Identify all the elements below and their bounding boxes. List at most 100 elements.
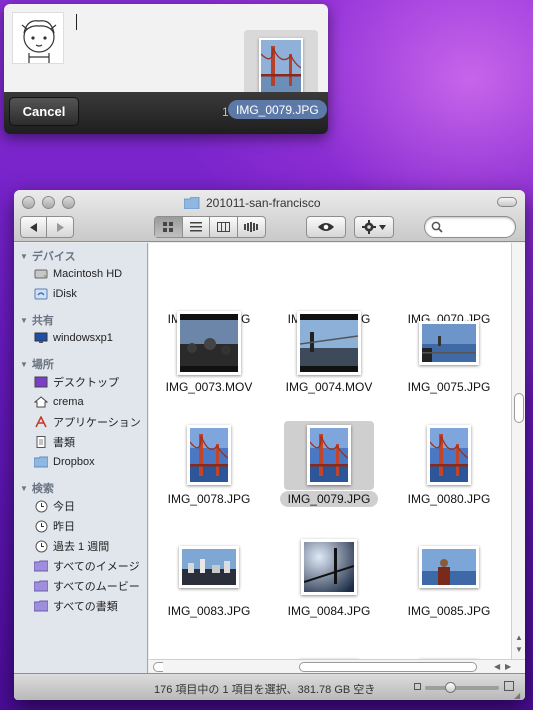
file-thumbnail bbox=[177, 311, 241, 375]
smart-folder-icon bbox=[34, 579, 48, 593]
toolbar-toggle-button[interactable] bbox=[497, 197, 517, 207]
icon-size-slider[interactable] bbox=[425, 682, 499, 693]
file-item[interactable]: IMG_0079.JPG bbox=[269, 393, 389, 508]
sidebar-section-places[interactable]: ▼ 場所 bbox=[20, 357, 54, 371]
back-forward-group bbox=[20, 216, 74, 238]
coverflow-view-button[interactable] bbox=[238, 217, 265, 237]
icon-view-button[interactable] bbox=[155, 217, 183, 237]
sidebar-section-devices[interactable]: ▼ デバイス bbox=[20, 249, 76, 263]
file-name-label: IMG_0075.JPG bbox=[407, 380, 491, 394]
disclosure-triangle-icon: ▼ bbox=[20, 315, 28, 325]
sidebar-item-dropbox[interactable]: Dropbox bbox=[34, 453, 95, 471]
horizontal-scroll-thumb[interactable] bbox=[299, 662, 477, 672]
scroll-left-arrow-icon[interactable]: ◀ bbox=[494, 662, 500, 671]
file-item[interactable]: IMG_0078.JPG bbox=[149, 393, 269, 508]
status-text: 176 項目中の 1 項目を選択、381.78 GB 空き bbox=[154, 684, 376, 696]
clock-icon bbox=[34, 499, 48, 513]
small-icon-size-icon bbox=[414, 683, 421, 690]
avatar bbox=[12, 12, 64, 64]
sidebar-item-all-documents[interactable]: すべての書類 bbox=[34, 597, 118, 615]
file-item[interactable]: IMG_0084.JPG bbox=[269, 505, 389, 620]
column-view-button[interactable] bbox=[210, 217, 238, 237]
file-thumbnail bbox=[297, 311, 361, 375]
forward-arrow-icon bbox=[57, 222, 64, 232]
resize-grip-icon[interactable]: ◢ bbox=[514, 691, 520, 700]
sidebar-item-documents[interactable]: 書類 bbox=[34, 433, 75, 451]
smart-folder-icon bbox=[34, 559, 48, 573]
smart-folder-icon bbox=[34, 599, 48, 613]
window-title: 201011-san-francisco bbox=[184, 194, 321, 212]
sidebar-section-shared[interactable]: ▼ 共有 bbox=[20, 313, 54, 327]
column-view-icon bbox=[216, 222, 230, 232]
icon-view-icon bbox=[163, 222, 174, 232]
disclosure-triangle-icon: ▼ bbox=[20, 251, 28, 261]
list-view-button[interactable] bbox=[183, 217, 210, 237]
file-item[interactable]: IMG_0080.JPG bbox=[389, 393, 509, 508]
file-item[interactable] bbox=[269, 617, 389, 659]
search-icon bbox=[431, 220, 443, 238]
eye-icon bbox=[318, 223, 334, 231]
action-menu-button[interactable] bbox=[354, 216, 394, 238]
horizontal-scrollbar[interactable]: ◀ ▶ bbox=[149, 659, 525, 673]
icon-size-slider-knob[interactable] bbox=[445, 682, 456, 693]
file-thumbnail bbox=[307, 425, 351, 485]
file-thumbnail bbox=[427, 425, 471, 485]
drag-preview-image bbox=[259, 38, 303, 96]
file-item[interactable]: IMG_0083.JPG bbox=[149, 505, 269, 620]
sidebar-item-macintosh-hd[interactable]: Macintosh HD bbox=[34, 265, 122, 283]
vertical-scrollbar[interactable]: ▲ ▼ bbox=[511, 243, 525, 659]
sidebar-item-windowsxp1[interactable]: windowsxp1 bbox=[34, 329, 113, 347]
cancel-button[interactable]: Cancel bbox=[9, 97, 79, 126]
horizontal-scroll-track-end bbox=[153, 662, 163, 672]
titlebar[interactable]: 201011-san-francisco bbox=[14, 190, 525, 242]
sidebar-item-all-images[interactable]: すべてのイメージ bbox=[34, 557, 140, 575]
text-cursor bbox=[76, 14, 77, 30]
sidebar-item-idisk[interactable]: iDisk bbox=[34, 285, 77, 303]
chevron-down-icon bbox=[379, 224, 386, 230]
vertical-scroll-thumb[interactable] bbox=[514, 393, 524, 423]
scroll-up-arrow-icon[interactable]: ▲ bbox=[515, 633, 523, 642]
file-item[interactable]: IMG_0073.MOV bbox=[149, 281, 269, 396]
thumbnail-frame bbox=[284, 645, 374, 659]
clock-icon bbox=[34, 519, 48, 533]
file-item[interactable]: IMG_0074.MOV bbox=[269, 281, 389, 396]
close-window-button[interactable] bbox=[22, 196, 35, 209]
gear-icon bbox=[362, 220, 376, 234]
file-item[interactable] bbox=[389, 617, 509, 659]
minimize-window-button[interactable] bbox=[42, 196, 55, 209]
file-name-label: IMG_0084.JPG bbox=[287, 604, 371, 618]
sidebar-item-applications[interactable]: アプリケーション bbox=[34, 413, 141, 431]
window-title-text: 201011-san-francisco bbox=[206, 196, 321, 210]
applications-icon bbox=[34, 415, 48, 429]
file-item[interactable] bbox=[149, 617, 269, 659]
zoom-window-button[interactable] bbox=[62, 196, 75, 209]
file-name: IMG_0073.MOV bbox=[149, 380, 269, 394]
file-name-label: IMG_0074.MOV bbox=[285, 380, 373, 394]
sidebar-section-search[interactable]: ▼ 検索 bbox=[20, 481, 54, 495]
file-name-label: IMG_0078.JPG bbox=[167, 492, 251, 506]
scroll-down-arrow-icon[interactable]: ▼ bbox=[515, 645, 523, 654]
quick-look-button[interactable] bbox=[306, 216, 346, 238]
thumbnail-frame bbox=[404, 645, 494, 659]
scroll-right-arrow-icon[interactable]: ▶ bbox=[505, 662, 511, 671]
sidebar-item-desktop[interactable]: デスクトップ bbox=[34, 373, 119, 391]
search-field[interactable] bbox=[424, 216, 516, 238]
sidebar-item-all-movies[interactable]: すべてのムービー bbox=[34, 577, 140, 595]
forward-button[interactable] bbox=[47, 217, 73, 237]
sidebar-item-yesterday[interactable]: 昨日 bbox=[34, 517, 75, 535]
drag-filename-label: IMG_0079.JPG bbox=[228, 100, 327, 119]
sidebar-item-past-week[interactable]: 過去 1 週間 bbox=[34, 537, 109, 555]
file-name-label: IMG_0085.JPG bbox=[407, 604, 491, 618]
sidebar-item-home[interactable]: crema bbox=[34, 393, 84, 411]
documents-icon bbox=[34, 435, 48, 449]
file-item[interactable]: IMG_0075.JPG bbox=[389, 281, 509, 396]
file-name-label: IMG_0080.JPG bbox=[407, 492, 491, 506]
folder-icon bbox=[184, 197, 200, 209]
view-mode-group bbox=[154, 216, 266, 238]
list-view-icon bbox=[189, 222, 202, 232]
file-name-label: IMG_0083.JPG bbox=[167, 604, 251, 618]
file-item[interactable]: IMG_0085.JPG bbox=[389, 505, 509, 620]
sidebar-item-today[interactable]: 今日 bbox=[34, 497, 75, 515]
back-button[interactable] bbox=[21, 217, 47, 237]
file-name-label: IMG_0073.MOV bbox=[165, 380, 253, 394]
